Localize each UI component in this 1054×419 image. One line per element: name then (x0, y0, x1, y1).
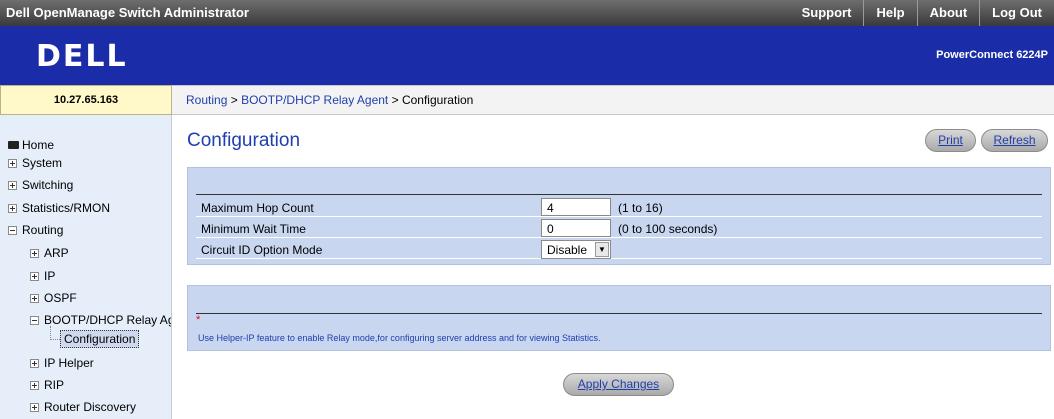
config-panel: Maximum Hop Count 4 (1 to 16) Minimum Wa… (187, 167, 1051, 265)
expand-icon[interactable] (8, 180, 17, 190)
chevron-down-icon[interactable]: ▼ (595, 242, 609, 257)
sidebar-item-label: Statistics/RMON (22, 201, 111, 215)
required-marker: * (196, 314, 201, 326)
sidebar-item-switching[interactable]: Switching (8, 176, 73, 194)
divider (196, 313, 1042, 314)
top-nav: Support Help About Log Out (790, 0, 1054, 26)
ip-address: 10.27.65.163 (0, 85, 172, 115)
sidebar-item-system[interactable]: System (8, 154, 62, 172)
device-model: PowerConnect 6224P (936, 49, 1048, 61)
sidebar-item-ip[interactable]: IP (30, 267, 55, 285)
breadcrumb-separator: > (230, 93, 238, 107)
field-row-min-wait: Minimum Wait Time 0 (0 to 100 seconds) (196, 219, 1042, 238)
breadcrumb-separator: > (391, 93, 399, 107)
help-link[interactable]: Help (863, 0, 916, 26)
expand-icon[interactable] (30, 248, 39, 258)
expand-icon[interactable] (30, 380, 39, 390)
expand-icon[interactable] (8, 158, 17, 168)
sidebar-item-label: RIP (44, 378, 65, 392)
sidebar-item-label: System (22, 156, 63, 170)
apply-changes-button[interactable]: Apply Changes (563, 373, 674, 396)
divider (196, 194, 1042, 195)
breadcrumb: Routing > BOOTP/DHCP Relay Agent > Confi… (172, 85, 1054, 115)
sidebar-item-home[interactable]: Home (8, 136, 54, 154)
max-hop-input[interactable]: 4 (541, 198, 611, 216)
circuit-id-label: Circuit ID Option Mode (201, 243, 323, 257)
collapse-icon[interactable] (8, 225, 17, 235)
helper-note: Use Helper-IP feature to enable Relay mo… (198, 333, 601, 343)
sidebar-item-routing[interactable]: Routing (8, 221, 63, 239)
sidebar-item-label: BOOTP/DHCP Relay Agent (44, 313, 171, 327)
sidebar-item-label: OSPF (44, 291, 77, 305)
sidebar-item-rip[interactable]: RIP (30, 376, 64, 394)
expand-icon[interactable] (30, 402, 39, 412)
sidebar-item-label: Switching (22, 178, 74, 192)
page-title: Configuration (187, 130, 301, 151)
brand-bar: DELL PowerConnect 6224P (0, 26, 1054, 85)
sidebar-item-label: IP (44, 269, 56, 283)
breadcrumb-routing[interactable]: Routing (186, 93, 227, 107)
circuit-id-select[interactable]: Disable ▼ (541, 240, 611, 259)
sidebar-item-ospf[interactable]: OSPF (30, 289, 77, 307)
min-wait-label: Minimum Wait Time (201, 222, 306, 236)
max-hop-hint: (1 to 16) (618, 201, 663, 215)
sidebar-item-ip-helper[interactable]: IP Helper (30, 354, 94, 372)
expand-icon[interactable] (30, 293, 39, 303)
app-title: Dell OpenManage Switch Administrator (6, 5, 249, 20)
print-button[interactable]: Print (925, 129, 976, 152)
sidebar-item-configuration[interactable]: Configuration (60, 330, 140, 348)
field-row-circuit-id: Circuit ID Option Mode Disable ▼ (196, 240, 1042, 259)
top-bar: Dell OpenManage Switch Administrator Sup… (0, 0, 1054, 26)
field-row-max-hop: Maximum Hop Count 4 (1 to 16) (196, 198, 1042, 217)
min-wait-hint: (0 to 100 seconds) (618, 222, 718, 236)
sidebar-tree: Home System Switching Statistics/RMON Ro… (0, 115, 172, 419)
collapse-icon[interactable] (30, 315, 39, 325)
sidebar-item-statistics[interactable]: Statistics/RMON (8, 199, 110, 217)
note-panel: * Use Helper-IP feature to enable Relay … (187, 285, 1051, 351)
home-icon (8, 141, 19, 149)
sidebar-item-router-discovery[interactable]: Router Discovery (30, 398, 136, 416)
logout-link[interactable]: Log Out (979, 0, 1054, 26)
support-link[interactable]: Support (790, 0, 864, 26)
sidebar-item-label: Router Discovery (44, 400, 137, 414)
sidebar-item-arp[interactable]: ARP (30, 244, 69, 262)
expand-icon[interactable] (30, 271, 39, 281)
breadcrumb-current: Configuration (401, 93, 474, 107)
sidebar-item-label: Configuration (60, 330, 140, 348)
circuit-id-selected: Disable (547, 243, 588, 257)
min-wait-input[interactable]: 0 (541, 219, 611, 237)
refresh-button[interactable]: Refresh (981, 129, 1048, 152)
sidebar-item-label: ARP (44, 246, 69, 260)
expand-icon[interactable] (30, 358, 39, 368)
sidebar-item-label: IP Helper (44, 356, 94, 370)
tree-connector (50, 326, 60, 340)
sidebar-item-label: Home (22, 138, 55, 152)
max-hop-label: Maximum Hop Count (201, 201, 314, 215)
breadcrumb-bootp-relay[interactable]: BOOTP/DHCP Relay Agent (241, 93, 388, 107)
sidebar-item-label: Routing (22, 223, 64, 237)
expand-icon[interactable] (8, 203, 17, 213)
about-link[interactable]: About (916, 0, 980, 26)
dell-logo: DELL (36, 39, 128, 74)
